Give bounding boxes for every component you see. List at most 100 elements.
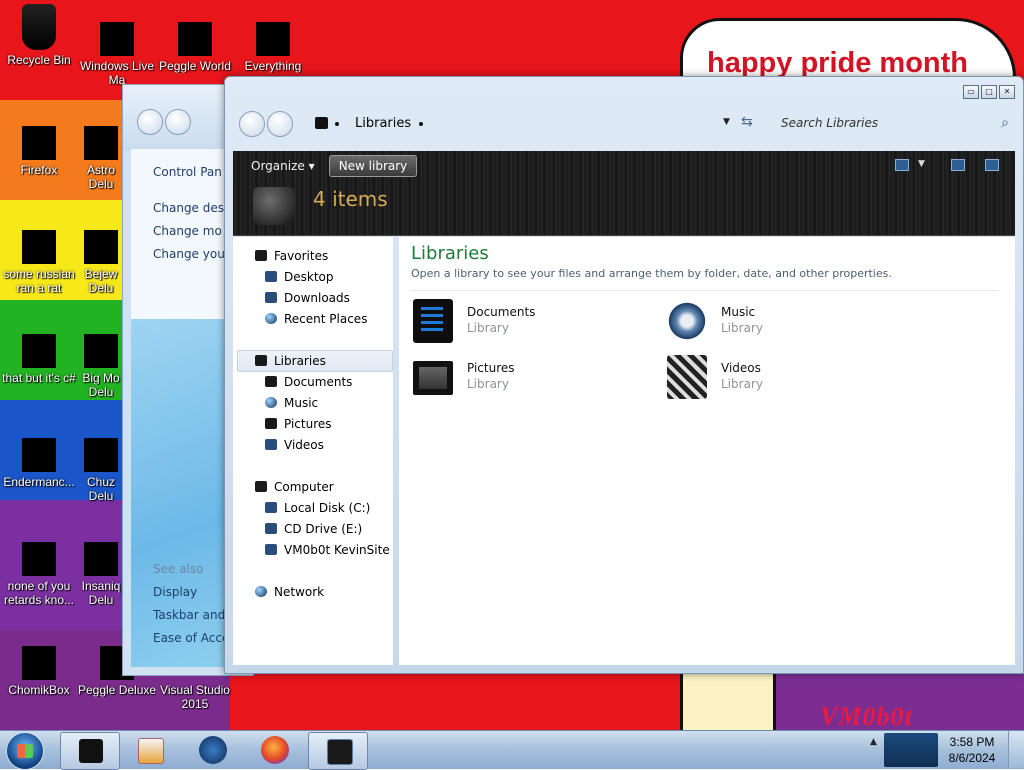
search-icon[interactable]: ⌕ <box>1001 115 1009 131</box>
preview-pane-icon[interactable] <box>951 159 965 171</box>
forward-button[interactable] <box>165 109 191 135</box>
library-videos[interactable]: Videos Library <box>667 355 887 403</box>
taskbar-button-media-player[interactable] <box>120 732 178 768</box>
nav-downloads[interactable]: Downloads <box>265 291 350 305</box>
nav-computer[interactable]: Computer <box>255 480 334 494</box>
library-name: Music <box>721 305 756 319</box>
breadcrumb-separator <box>335 122 339 126</box>
some-russian-icon <box>22 230 56 264</box>
search-placeholder: Search Libraries <box>781 116 879 130</box>
wallpaper-signature: VM0b0t <box>820 702 913 730</box>
libraries-explorer-window[interactable]: ▭ □ ✕ Libraries ▼ ⇆ Search Libraries ⌕ O… <box>224 76 1024 674</box>
taskbar-button-firefox[interactable] <box>246 732 304 768</box>
content-title: Libraries <box>411 243 489 264</box>
music-library-icon <box>667 299 707 343</box>
nav-recent-places[interactable]: Recent Places <box>265 312 367 326</box>
address-dropdown-icon[interactable]: ▼ <box>723 117 730 127</box>
libraries-large-icon <box>253 187 295 225</box>
desktop-icon-chomikbox[interactable]: ChomikBox <box>0 646 78 697</box>
documents-library-icon <box>413 299 453 343</box>
nav-pictures[interactable]: Pictures <box>265 417 332 431</box>
desktop-icon-windows-live[interactable]: Windows Live Ma <box>78 4 156 87</box>
change-view-icon[interactable] <box>895 159 909 171</box>
tray-app-icon[interactable] <box>884 733 938 767</box>
show-desktop-button[interactable] <box>1008 731 1024 768</box>
back-button[interactable] <box>137 109 163 135</box>
desktop-icon-chuzzle[interactable]: Chuz Delu <box>78 438 124 503</box>
maximize-button[interactable]: □ <box>981 85 997 99</box>
taskbar: ▲ 3:58 PM 8/6/2024 <box>0 730 1024 770</box>
everything-icon <box>256 22 290 56</box>
nav-videos[interactable]: Videos <box>265 438 324 452</box>
minimize-button[interactable]: ▭ <box>963 85 979 99</box>
desktop-icon-some-russian[interactable]: some russian ran a rat <box>0 230 78 295</box>
address-bar[interactable]: Libraries <box>305 113 735 135</box>
nav-documents[interactable]: Documents <box>265 375 352 389</box>
start-button[interactable] <box>6 732 44 770</box>
desktop-icon-bejeweled[interactable]: Bejew Delu <box>78 230 124 295</box>
nav-cd-drive[interactable]: CD Drive (E:) <box>265 522 362 536</box>
bejeweled-icon <box>84 230 118 264</box>
desktop-icon-insaniquarium[interactable]: Insaniq Delu <box>78 542 124 607</box>
nav-desktop[interactable]: Desktop <box>265 270 334 284</box>
hard-drive-icon <box>265 502 277 513</box>
help-icon[interactable] <box>985 159 999 171</box>
back-button[interactable] <box>239 111 265 137</box>
firefox-icon <box>22 126 56 160</box>
nav-favorites[interactable]: Favorites <box>255 249 328 263</box>
organize-button[interactable]: Organize ▾ <box>251 159 315 173</box>
desktop-icon-firefox[interactable]: Firefox <box>0 126 78 177</box>
explorer-icon <box>79 739 103 763</box>
insaniquarium-icon <box>84 542 118 576</box>
media-player-icon <box>138 738 164 764</box>
recycle-bin-icon <box>22 4 56 50</box>
clock-time[interactable]: 3:58 PM <box>944 735 1000 749</box>
nav-libraries[interactable]: Libraries <box>255 354 326 368</box>
desktop-icon-that-but-its-csharp[interactable]: that but it's c# <box>0 334 78 385</box>
search-input[interactable]: Search Libraries ⌕ <box>773 113 1013 135</box>
desktop-icon <box>265 271 277 282</box>
show-hidden-icons-button[interactable]: ▲ <box>870 737 877 747</box>
nav-network[interactable]: Network <box>255 585 324 599</box>
content-description: Open a library to see your files and arr… <box>411 267 892 280</box>
forward-button[interactable] <box>267 111 293 137</box>
library-name: Documents <box>467 305 536 319</box>
taskbar-button-explorer[interactable] <box>60 732 120 770</box>
pictures-library-icon <box>413 361 453 395</box>
library-type: Library <box>721 377 763 391</box>
clock-date[interactable]: 8/6/2024 <box>944 751 1000 765</box>
library-documents[interactable]: Documents Library <box>413 299 633 347</box>
library-music[interactable]: Music Library <box>667 299 887 347</box>
nav-vm0b0t-kevinsite[interactable]: VM0b0t KevinSite <box>265 543 390 557</box>
desktop-icon-recycle-bin[interactable]: Recycle Bin <box>0 4 78 67</box>
taskbar-button-control-panel[interactable] <box>308 732 368 770</box>
windows-live-icon <box>100 22 134 56</box>
desktop-icon-big-money[interactable]: Big Mo Delu <box>78 334 124 399</box>
music-icon <box>265 397 277 408</box>
favorites-icon <box>255 250 267 261</box>
library-pictures[interactable]: Pictures Library <box>413 355 633 403</box>
peggle-world-icon <box>178 22 212 56</box>
astro-icon <box>84 126 118 160</box>
desktop-icon-endermanch[interactable]: Endermanc... <box>0 438 78 489</box>
close-button[interactable]: ✕ <box>999 85 1015 99</box>
refresh-icon[interactable]: ⇆ <box>741 114 753 130</box>
network-drive-icon <box>265 544 277 555</box>
navigation-pane: Favorites Desktop Downloads Recent Place… <box>233 237 393 665</box>
new-library-button[interactable]: New library <box>329 155 417 177</box>
wallpaper-drawing-cream <box>680 672 776 730</box>
recent-places-icon <box>265 313 277 324</box>
taskbar-button-ie[interactable] <box>184 732 242 768</box>
desktop-icon-astro[interactable]: Astro Delu <box>78 126 124 191</box>
library-type: Library <box>467 321 509 335</box>
view-dropdown-icon[interactable]: ▼ <box>918 159 925 169</box>
breadcrumb-libraries[interactable]: Libraries <box>355 116 411 131</box>
documents-icon <box>265 376 277 387</box>
desktop-icon-none-of-you[interactable]: none of you retards kno... <box>0 542 78 607</box>
nav-music[interactable]: Music <box>265 396 318 410</box>
desktop-icon-everything[interactable]: Everything <box>234 4 312 73</box>
library-type: Library <box>467 377 509 391</box>
item-count: 4 items <box>313 187 388 211</box>
nav-local-disk[interactable]: Local Disk (C:) <box>265 501 370 515</box>
desktop-icon-peggle-world[interactable]: Peggle World <box>156 4 234 73</box>
